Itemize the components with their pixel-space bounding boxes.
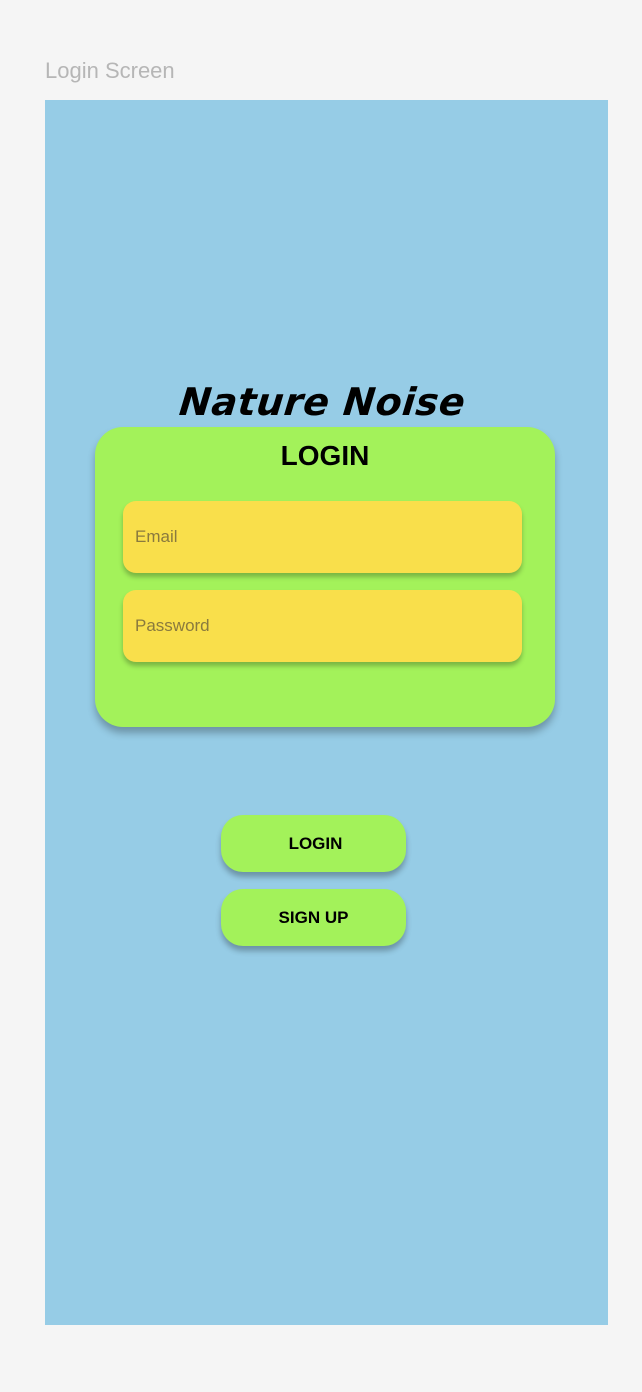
login-button[interactable]: LOGIN [221,815,406,872]
email-field[interactable] [123,501,522,573]
sign-up-button-label: SIGN UP [278,907,349,927]
login-button-label: LOGIN [288,833,343,853]
app-title: Nature Noise [177,380,468,424]
sign-up-button[interactable]: SIGN UP [221,889,406,946]
frame-label: Login Screen [45,58,175,83]
login-heading: LOGIN [280,440,370,471]
password-field[interactable] [123,590,522,662]
login-card: LOGIN [95,427,555,727]
login-screen: Nature Noise LOGIN LOGIN SIGN UP [45,100,608,1325]
